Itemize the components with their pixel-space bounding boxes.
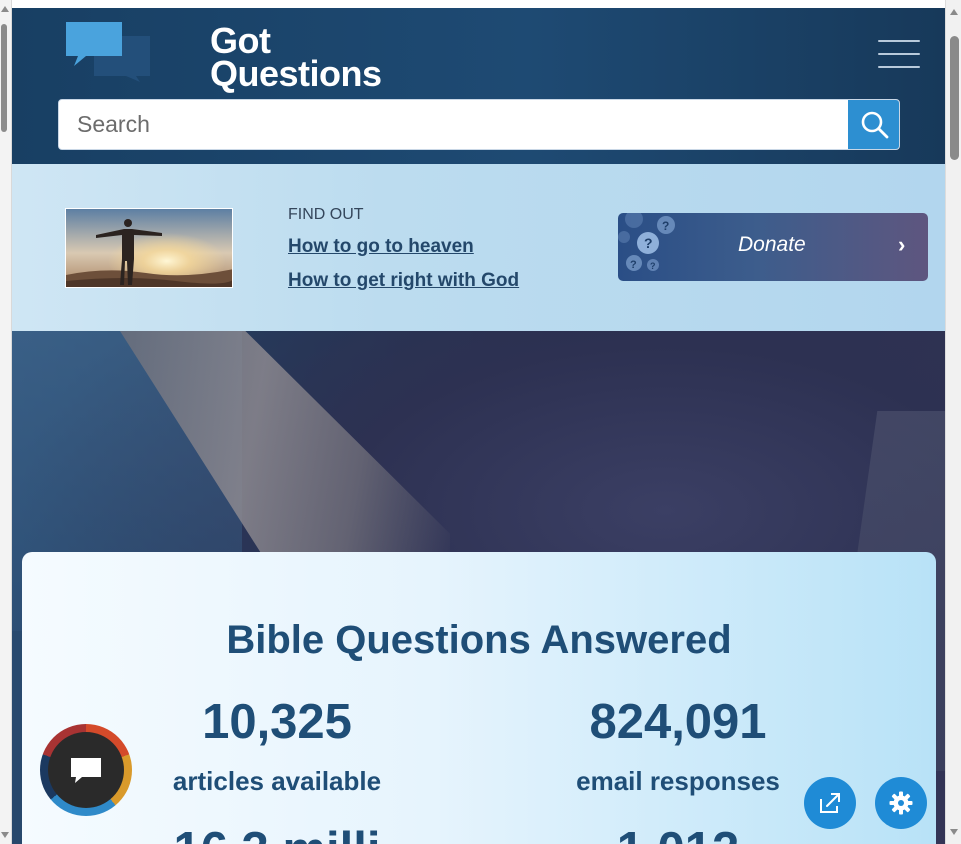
link-how-to-go-to-heaven[interactable]: How to go to heaven [288, 236, 474, 258]
site-logo[interactable]: Got Questions [64, 18, 382, 98]
page-content: Got Questions Search FIND OUT How to go … [12, 8, 945, 844]
question-bubbles-icon: ? ? ? ? [618, 213, 675, 271]
heaven-image[interactable] [65, 208, 233, 288]
stat-third-value-partial: 16.3 milli [117, 822, 437, 844]
vertical-scrollbar[interactable] [945, 0, 961, 844]
left-scroll-edge[interactable] [0, 0, 12, 844]
stat-fourth-value-partial: 1,012 [518, 822, 838, 844]
stat-articles-value: 10,325 [202, 695, 352, 749]
sunrise-silhouette-image [66, 209, 232, 287]
stat-emails-label: email responses [576, 766, 780, 796]
left-scroll-thumb[interactable] [1, 24, 7, 132]
chat-icon [71, 758, 101, 783]
settings-button[interactable] [875, 777, 927, 829]
left-scroll-up-arrow[interactable] [1, 6, 9, 12]
search-input[interactable] [59, 100, 849, 149]
chevron-right-icon: › [898, 232, 906, 257]
search-icon [861, 111, 888, 138]
search-bar [58, 99, 900, 150]
stats-title: Bible Questions Answered [226, 618, 732, 662]
promo-band: FIND OUT How to go to heaven How to get … [12, 164, 945, 331]
logo-text: Got Questions [210, 23, 382, 94]
logo-bubbles-icon [66, 22, 150, 82]
svg-text:?: ? [630, 259, 637, 271]
svg-text:?: ? [644, 235, 653, 251]
svg-text:?: ? [662, 219, 669, 233]
chat-button-inner [48, 732, 124, 808]
gear-icon [889, 791, 913, 815]
stat-articles-label: articles available [172, 766, 382, 796]
donate-button[interactable]: ? ? ? ? Donate › [618, 213, 928, 281]
donate-label: Donate [738, 233, 806, 256]
scroll-down-arrow[interactable] [950, 829, 958, 835]
link-how-to-get-right-with-god[interactable]: How to get right with God [288, 270, 519, 292]
share-button[interactable] [804, 777, 856, 829]
scroll-thumb[interactable] [950, 36, 959, 160]
site-header: Got Questions [12, 8, 945, 164]
share-icon [820, 793, 840, 813]
stats-card: Bible Questions Answered 10,325 articles… [22, 552, 936, 844]
search-button[interactable] [848, 100, 899, 149]
hamburger-menu-icon[interactable] [878, 38, 920, 70]
svg-text:?: ? [650, 261, 656, 271]
left-scroll-down-arrow[interactable] [1, 832, 9, 838]
find-out-label: FIND OUT [288, 206, 364, 223]
logo-line-2: Questions [210, 53, 382, 94]
browser-viewport: Got Questions Search FIND OUT How to go … [0, 0, 961, 844]
stat-emails-value: 824,091 [589, 695, 767, 749]
chat-button[interactable] [40, 724, 132, 816]
scroll-up-arrow[interactable] [950, 9, 958, 15]
